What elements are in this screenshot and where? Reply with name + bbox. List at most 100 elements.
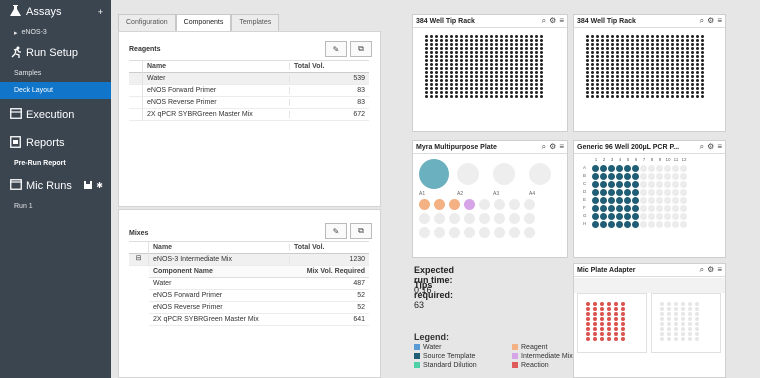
menu-icon[interactable]: ≡ bbox=[717, 142, 722, 152]
mic-well[interactable] bbox=[607, 302, 611, 306]
pcr-well[interactable] bbox=[640, 221, 647, 228]
pcr-well[interactable] bbox=[648, 165, 655, 172]
mic-well[interactable] bbox=[695, 307, 699, 311]
mic-well[interactable] bbox=[614, 317, 618, 321]
pcr-well[interactable] bbox=[640, 181, 647, 188]
mic-well[interactable] bbox=[667, 302, 671, 306]
mic-well[interactable] bbox=[667, 307, 671, 311]
mic-well[interactable] bbox=[681, 327, 685, 331]
pcr-well[interactable] bbox=[616, 213, 623, 220]
mic-well[interactable] bbox=[614, 322, 618, 326]
pcr-well[interactable] bbox=[648, 189, 655, 196]
table-row[interactable]: eNOS Reverse Primer 83 bbox=[129, 96, 369, 109]
pcr-well[interactable] bbox=[664, 213, 671, 220]
mic-well[interactable] bbox=[688, 302, 692, 306]
myra-well[interactable] bbox=[524, 227, 535, 238]
edit-mix-button[interactable]: ✎ bbox=[325, 223, 347, 239]
myra-well[interactable] bbox=[449, 199, 460, 210]
pcr-well[interactable] bbox=[616, 173, 623, 180]
pcr-well[interactable] bbox=[672, 165, 679, 172]
table-row[interactable]: 2X qPCR SYBRGreen Master Mix 641 bbox=[149, 314, 369, 326]
mic-well[interactable] bbox=[660, 312, 664, 316]
sidebar-item-run-1[interactable]: Run 1 bbox=[0, 198, 111, 215]
pcr-well[interactable] bbox=[664, 205, 671, 212]
zoom-icon[interactable]: ⌕ bbox=[542, 16, 546, 26]
pcr-well[interactable] bbox=[656, 221, 663, 228]
pcr-well[interactable] bbox=[624, 173, 631, 180]
pcr-well[interactable] bbox=[648, 173, 655, 180]
menu-icon[interactable]: ≡ bbox=[559, 16, 564, 26]
mic-well[interactable] bbox=[607, 332, 611, 336]
mic-well[interactable] bbox=[586, 337, 590, 341]
mic-well[interactable] bbox=[621, 337, 625, 341]
col-name[interactable]: Name bbox=[149, 244, 289, 251]
mic-well[interactable] bbox=[607, 322, 611, 326]
pcr-well[interactable] bbox=[632, 181, 639, 188]
zoom-icon[interactable]: ⌕ bbox=[700, 142, 704, 152]
mic-well[interactable] bbox=[614, 327, 618, 331]
pcr-well[interactable] bbox=[616, 181, 623, 188]
myra-well[interactable] bbox=[524, 213, 535, 224]
mic-well[interactable] bbox=[614, 312, 618, 316]
col-component-name[interactable]: Component Name bbox=[149, 268, 289, 275]
pcr-well[interactable] bbox=[608, 165, 615, 172]
add-icon[interactable]: + bbox=[98, 7, 103, 17]
pcr-well[interactable] bbox=[608, 205, 615, 212]
pcr-well[interactable] bbox=[608, 197, 615, 204]
mic-well[interactable] bbox=[614, 332, 618, 336]
copy-reagent-button[interactable]: ⧉ bbox=[350, 41, 372, 57]
sidebar-item-deck-layout[interactable]: Deck Layout bbox=[0, 82, 111, 99]
menu-icon[interactable]: ≡ bbox=[717, 265, 722, 275]
mic-well[interactable] bbox=[688, 332, 692, 336]
pcr-well[interactable] bbox=[592, 189, 599, 196]
mic-well[interactable] bbox=[695, 327, 699, 331]
myra-well[interactable] bbox=[509, 213, 520, 224]
pcr-well[interactable] bbox=[664, 197, 671, 204]
mic-well[interactable] bbox=[667, 327, 671, 331]
pcr-well[interactable] bbox=[608, 173, 615, 180]
pcr-well[interactable] bbox=[632, 205, 639, 212]
mic-well[interactable] bbox=[600, 332, 604, 336]
mic-well[interactable] bbox=[614, 337, 618, 341]
mic-well[interactable] bbox=[586, 317, 590, 321]
tab-configuration[interactable]: Configuration bbox=[118, 14, 176, 31]
tip-rack-1-card[interactable]: 384 Well Tip Rack ⌕ ⚙ ≡ bbox=[412, 14, 568, 132]
mic-well[interactable] bbox=[660, 327, 664, 331]
pcr-well[interactable] bbox=[680, 221, 687, 228]
pcr-well[interactable] bbox=[592, 165, 599, 172]
mic-well[interactable] bbox=[586, 312, 590, 316]
zoom-icon[interactable]: ⌕ bbox=[700, 16, 704, 26]
mic-well[interactable] bbox=[660, 302, 664, 306]
mic-well[interactable] bbox=[600, 337, 604, 341]
pcr-well[interactable] bbox=[592, 181, 599, 188]
tube-a4[interactable] bbox=[529, 163, 551, 185]
mic-well[interactable] bbox=[607, 317, 611, 321]
mic-well[interactable] bbox=[614, 302, 618, 306]
mic-well[interactable] bbox=[600, 302, 604, 306]
mic-well[interactable] bbox=[593, 312, 597, 316]
mic-well[interactable] bbox=[593, 317, 597, 321]
mic-well[interactable] bbox=[695, 312, 699, 316]
zoom-icon[interactable]: ⌕ bbox=[542, 142, 546, 152]
mic-plate-adapter-card[interactable]: Mic Plate Adapter ⌕ ⚙ ≡ bbox=[573, 263, 726, 378]
sidebar-reports-header[interactable]: Reports bbox=[0, 131, 111, 155]
pcr-well[interactable] bbox=[616, 189, 623, 196]
mix-row[interactable]: ⊟ eNOS-3 Intermediate Mix 1230 bbox=[129, 253, 369, 266]
pcr-well[interactable] bbox=[664, 189, 671, 196]
table-row[interactable]: 2X qPCR SYBRGreen Master Mix 672 bbox=[129, 108, 369, 121]
pcr-well[interactable] bbox=[672, 197, 679, 204]
myra-well[interactable] bbox=[464, 213, 475, 224]
myra-well[interactable] bbox=[509, 227, 520, 238]
sidebar-item-pre-run-report[interactable]: Pre-Run Report bbox=[0, 155, 111, 172]
mic-well[interactable] bbox=[621, 322, 625, 326]
table-row[interactable]: Water 539 bbox=[129, 72, 369, 85]
pcr-well[interactable] bbox=[632, 197, 639, 204]
mic-well[interactable] bbox=[674, 322, 678, 326]
pcr-well[interactable] bbox=[600, 197, 607, 204]
pcr-well[interactable] bbox=[664, 165, 671, 172]
myra-well[interactable] bbox=[509, 199, 520, 210]
pcr-well[interactable] bbox=[608, 189, 615, 196]
pcr-well[interactable] bbox=[656, 205, 663, 212]
pcr-well[interactable] bbox=[664, 221, 671, 228]
mic-well[interactable] bbox=[667, 317, 671, 321]
